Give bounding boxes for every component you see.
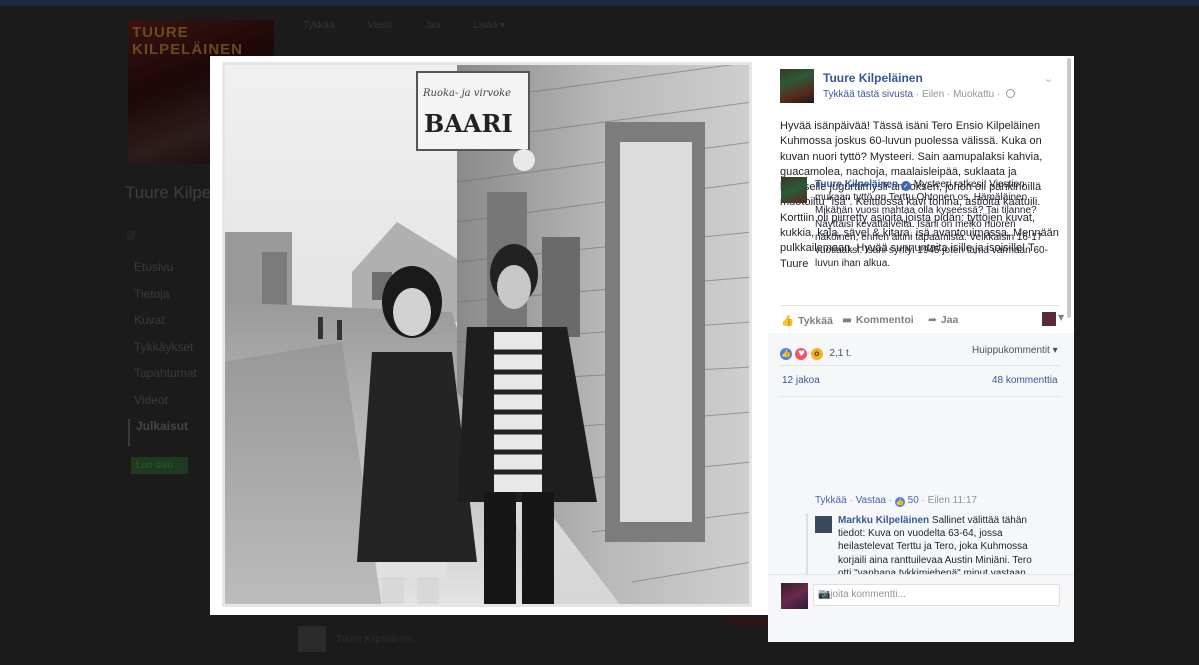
share-button[interactable]: ➦ Jaa bbox=[928, 314, 958, 326]
post-time[interactable]: Eilen bbox=[922, 89, 944, 100]
like-reaction-icon: 👍 bbox=[780, 347, 792, 360]
love-reaction-icon: ♥ bbox=[795, 347, 808, 360]
nav-item-likes[interactable]: Tykkäykset bbox=[128, 340, 197, 367]
reply-avatar[interactable] bbox=[815, 516, 832, 533]
nav-item-posts[interactable]: Julkaisut bbox=[128, 419, 197, 446]
create-page-button[interactable]: Luo sivu bbox=[131, 457, 188, 474]
divider bbox=[780, 305, 1060, 306]
comment-reply-link[interactable]: Vastaa bbox=[856, 495, 886, 506]
top-comments-dropdown[interactable]: Huippukommentit ▾ bbox=[972, 345, 1058, 356]
nav-item-photos[interactable]: Kuvat bbox=[128, 313, 197, 340]
post-actions-bar: 👍 Tykkää ▬ Kommentoi ➦ Jaa ▼ bbox=[780, 312, 1064, 332]
nav-item-about[interactable]: Tietoja bbox=[128, 287, 197, 314]
nav-item-events[interactable]: Tapahtumat bbox=[128, 366, 197, 393]
bg-post-author: Tuure Kilpeläinen bbox=[336, 634, 414, 645]
post-photo[interactable]: Ruoka- ja virvoke BAARI bbox=[222, 62, 752, 607]
reaction-summary[interactable]: 👍 ♥ o 2,1 t. bbox=[780, 345, 852, 360]
comment-button[interactable]: ▬ Kommentoi bbox=[842, 314, 914, 326]
edited-label[interactable]: Muokattu bbox=[953, 89, 994, 100]
comment-2: Markku Kilpeläinen Sallinet välittää täh… bbox=[838, 514, 1038, 578]
wow-reaction-icon: o bbox=[810, 347, 823, 360]
comment-text: Mysteeri ratkesi! Viestien mukaan tyttö … bbox=[815, 179, 1048, 270]
share-arrow-icon: ➦ bbox=[928, 314, 937, 326]
sidebar-scrollbar[interactable] bbox=[1067, 58, 1071, 318]
comment-1-meta: Tykkää · Vastaa · 👍 50 · Eilen 11:17 bbox=[815, 495, 977, 507]
like-page-link[interactable]: Tykkää tästä sivusta bbox=[823, 89, 913, 100]
bg-message-button[interactable]: Viesti bbox=[367, 20, 391, 31]
write-comment-row: Kirjoita kommentti... 📷 ☺ bbox=[768, 574, 1074, 615]
bg-more-button[interactable]: Lisää ▾ bbox=[473, 20, 505, 31]
current-user-avatar bbox=[781, 583, 808, 609]
verified-check-icon: ✓ bbox=[900, 181, 911, 191]
reply-thread-line bbox=[806, 513, 808, 583]
photo-area[interactable]: Ruoka- ja virvoke BAARI bbox=[210, 56, 768, 615]
page-name-link[interactable]: Tuure Kilpeläinen bbox=[823, 71, 923, 85]
thumbs-up-icon: 👍 bbox=[781, 315, 795, 327]
comments-count[interactable]: 48 kommenttia bbox=[992, 375, 1058, 386]
comment-avatar[interactable] bbox=[781, 177, 807, 203]
comment-placeholder: Kirjoita kommentti... bbox=[818, 589, 906, 600]
like-count-icon: 👍 bbox=[894, 497, 905, 507]
comment-input[interactable]: Kirjoita kommentti... 📷 ☺ bbox=[813, 584, 1060, 606]
sign-top-text: Ruoka- ja virvoke bbox=[422, 88, 511, 99]
share-as-avatar[interactable] bbox=[1042, 312, 1056, 326]
reply-author[interactable]: Markku Kilpeläinen bbox=[838, 515, 929, 526]
comment-1: Tuure Kilpeläinen ✓ Mysteeri ratkesi! Vi… bbox=[815, 178, 1061, 270]
background-actions: Tykkää Viesti Jaa Lisää ▾ bbox=[303, 20, 535, 31]
bg-share-button[interactable]: Jaa bbox=[425, 20, 441, 31]
sign-main-text: BAARI bbox=[424, 109, 513, 138]
divider bbox=[780, 365, 1060, 366]
caret-down-icon[interactable]: ▼ bbox=[1058, 313, 1064, 322]
post-meta: Tykkää tästä sivusta · Eilen · Muokattu … bbox=[823, 89, 1016, 100]
background-nav: Etusivu Tietoja Kuvat Tykkäykset Tapahtu… bbox=[128, 260, 197, 446]
bg-post-avatar bbox=[298, 626, 326, 652]
comment-like-count[interactable]: 50 bbox=[908, 495, 919, 506]
background-handle: @ bbox=[126, 230, 137, 241]
photo-viewer-modal: Ruoka- ja virvoke BAARI Tuure Kilpeläine… bbox=[210, 56, 1074, 642]
top-navbar bbox=[0, 0, 1199, 6]
bg-like-button[interactable]: Tykkää bbox=[303, 20, 335, 31]
reaction-count: 2,1 t. bbox=[829, 348, 852, 360]
post-sidebar: Tuure Kilpeläinen Tykkää tästä sivusta ·… bbox=[768, 56, 1074, 642]
emoji-icon[interactable]: ☺ bbox=[818, 589, 828, 600]
like-button[interactable]: 👍 Tykkää bbox=[781, 314, 833, 327]
comment-like-link[interactable]: Tykkää bbox=[815, 495, 847, 506]
shares-count[interactable]: 12 jakoa bbox=[782, 375, 820, 386]
comment-icon: ▬ bbox=[842, 314, 852, 326]
page-avatar[interactable] bbox=[780, 69, 814, 103]
comment-author[interactable]: Tuure Kilpeläinen bbox=[815, 179, 898, 190]
globe-icon bbox=[1006, 89, 1016, 98]
nav-item-videos[interactable]: Videot bbox=[128, 393, 197, 420]
vintage-photo-illustration: Ruoka- ja virvoke BAARI bbox=[222, 62, 752, 607]
comment-time[interactable]: Eilen 11:17 bbox=[928, 495, 977, 506]
nav-item-home[interactable]: Etusivu bbox=[128, 260, 197, 287]
cover-text: TUURE KILPELÄINEN bbox=[132, 24, 244, 58]
divider bbox=[780, 396, 1060, 397]
chevron-down-icon[interactable]: ⌄ bbox=[1044, 72, 1053, 85]
